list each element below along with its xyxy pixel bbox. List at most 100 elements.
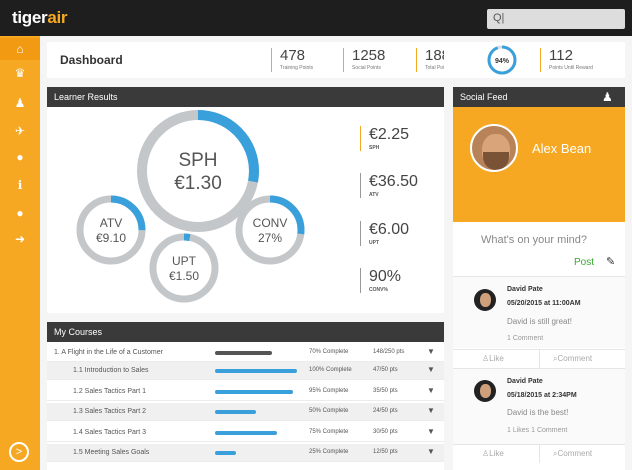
social-feed-title: Social Feed (453, 87, 625, 107)
avatar-face (480, 293, 491, 307)
training-points-label: Training Points (280, 65, 314, 71)
avatar-beard (483, 152, 509, 170)
course-progress-bar (215, 410, 297, 414)
logo-accent-text: air (47, 8, 68, 27)
group-icon[interactable]: ♟ (0, 92, 40, 114)
avatar[interactable] (474, 380, 496, 402)
atv-circle[interactable]: ATV €9.10 (76, 195, 146, 265)
course-percent: 75% Complete (309, 429, 349, 435)
avatar[interactable] (470, 124, 518, 172)
learner-results-title: Learner Results (47, 87, 444, 107)
learner-circles: SPH €1.30 ATV €9.10 CONV 27% UPT €1.50 (76, 110, 305, 303)
course-name: 1.4 Sales Tactics Part 3 (73, 429, 147, 436)
course-row[interactable]: 1.4 Sales Tactics Part 3 75% Complete 30… (47, 424, 444, 442)
chevron-down-icon[interactable]: ▼ (427, 386, 435, 395)
post-date: 05/18/2015 at 2:34PM (507, 392, 577, 399)
upt-circle[interactable]: UPT €1.50 (149, 233, 219, 303)
post-actions: ♙Like ⌕Comment (453, 444, 625, 463)
progress-ring-label: 94% (495, 58, 510, 65)
reward-value: 112 (549, 47, 573, 64)
kpi-sph-label: SPH (369, 145, 380, 151)
action-divider (539, 350, 540, 368)
post-author[interactable]: David Pate (507, 378, 543, 385)
page-title: Dashboard (60, 53, 123, 67)
user-icon[interactable]: ● (0, 146, 40, 168)
course-progress-fill (215, 410, 256, 414)
conv-label: CONV (253, 216, 288, 230)
chevron-down-icon[interactable]: ▼ (427, 406, 435, 415)
kpi-sph: €2.25 SPH (360, 126, 409, 151)
profile-name: Alex Bean (532, 141, 592, 156)
post-meta[interactable]: 1 Comment (507, 335, 543, 342)
sph-circle[interactable]: SPH €1.30 (137, 110, 259, 232)
training-points-stat: 478 Training Points (271, 48, 313, 72)
post-button[interactable]: Post (574, 257, 594, 268)
post-meta[interactable]: 1 Likes 1 Comment (507, 427, 567, 434)
sph-value: €1.30 (174, 173, 222, 194)
reward-stat: 112 Points Until Reward (540, 48, 593, 72)
chat-icon[interactable]: ● (0, 202, 40, 224)
course-points: 30/50 pts (373, 429, 398, 435)
kpi-upt-value: €6.00 (369, 221, 410, 238)
status-composer (453, 222, 625, 276)
course-progress-fill (215, 369, 297, 373)
course-progress-bar (215, 451, 297, 455)
sph-label: SPH (178, 150, 217, 171)
like-button[interactable]: ♙Like (482, 354, 504, 363)
chevron-down-icon[interactable]: ▼ (427, 427, 435, 436)
chevron-down-icon[interactable]: ▼ (427, 365, 435, 374)
progress-ring: 94% (487, 45, 517, 75)
course-row[interactable]: 1. A Flight in the Life of a Customer 70… (47, 344, 444, 362)
course-progress-bar (215, 390, 297, 394)
course-row[interactable]: 1.2 Sales Tactics Part 1 95% Complete 35… (47, 383, 444, 401)
social-points-label: Social Points (352, 65, 381, 71)
comment-button[interactable]: ⌕Comment (553, 449, 592, 459)
signout-icon[interactable]: ➜ (0, 228, 40, 250)
kpi-upt: €6.00 UPT (360, 221, 409, 246)
chevron-down-icon[interactable]: ▼ (427, 347, 435, 356)
attach-icon[interactable]: ✎ (606, 255, 615, 268)
atv-value: €9.10 (96, 231, 126, 245)
plane-icon[interactable]: ✈ (0, 120, 40, 142)
group-icon[interactable]: ♟ (602, 90, 613, 104)
kpi-conv-value: 90% (369, 268, 402, 285)
trophy-icon[interactable]: ♛ (0, 62, 40, 84)
conv-value: 27% (258, 231, 282, 245)
post-author[interactable]: David Pate (507, 286, 543, 293)
course-progress-bar (215, 431, 297, 435)
dashboard-header: Dashboard 478 Training Points 1258 Socia… (47, 42, 458, 78)
course-name: 1.3 Sales Tactics Part 2 (73, 408, 147, 415)
reward-label: Points Until Reward (549, 65, 593, 71)
avatar-face (480, 384, 491, 398)
chevron-down-icon[interactable]: ▼ (427, 447, 435, 456)
comment-button[interactable]: ⌕Comment (553, 354, 592, 364)
kpi-conv-label: CONV% (369, 287, 388, 293)
course-percent: 50% Complete (309, 408, 349, 414)
expand-sidebar-icon[interactable]: > (9, 442, 29, 462)
course-name: 1.1 Introduction to Sales (73, 367, 149, 374)
post-actions: ♙Like ⌕Comment (453, 349, 625, 368)
course-points: 148/250 pts (373, 349, 405, 355)
course-points: 24/50 pts (373, 408, 398, 414)
atv-label: ATV (100, 216, 122, 230)
status-input[interactable]: What's on your mind? (481, 234, 587, 246)
post-text: David is the best! (507, 408, 569, 417)
like-button[interactable]: ♙Like (482, 449, 504, 458)
upt-track (149, 233, 219, 303)
course-row[interactable]: 1.3 Sales Tactics Part 2 50% Complete 24… (47, 403, 444, 421)
kpi-sph-value: €2.25 (369, 126, 410, 143)
course-progress-fill (215, 431, 277, 435)
kpi-upt-label: UPT (369, 240, 379, 246)
course-row[interactable]: 1.1 Introduction to Sales 100% Complete … (47, 362, 444, 380)
home-icon[interactable]: ⌂ (0, 38, 40, 60)
avatar[interactable] (474, 289, 496, 311)
info-icon[interactable]: ℹ (0, 174, 40, 196)
upt-label: UPT (172, 254, 197, 268)
tigerair-logo[interactable]: tigerair (12, 8, 68, 28)
action-divider (539, 445, 540, 463)
conv-circle[interactable]: CONV 27% (235, 195, 305, 265)
course-row[interactable]: 1.5 Meeting Sales Goals 25% Complete 12/… (47, 444, 444, 462)
course-percent: 70% Complete (309, 349, 349, 355)
search-input[interactable]: Q| (487, 9, 625, 29)
training-points-value: 478 (280, 47, 306, 64)
